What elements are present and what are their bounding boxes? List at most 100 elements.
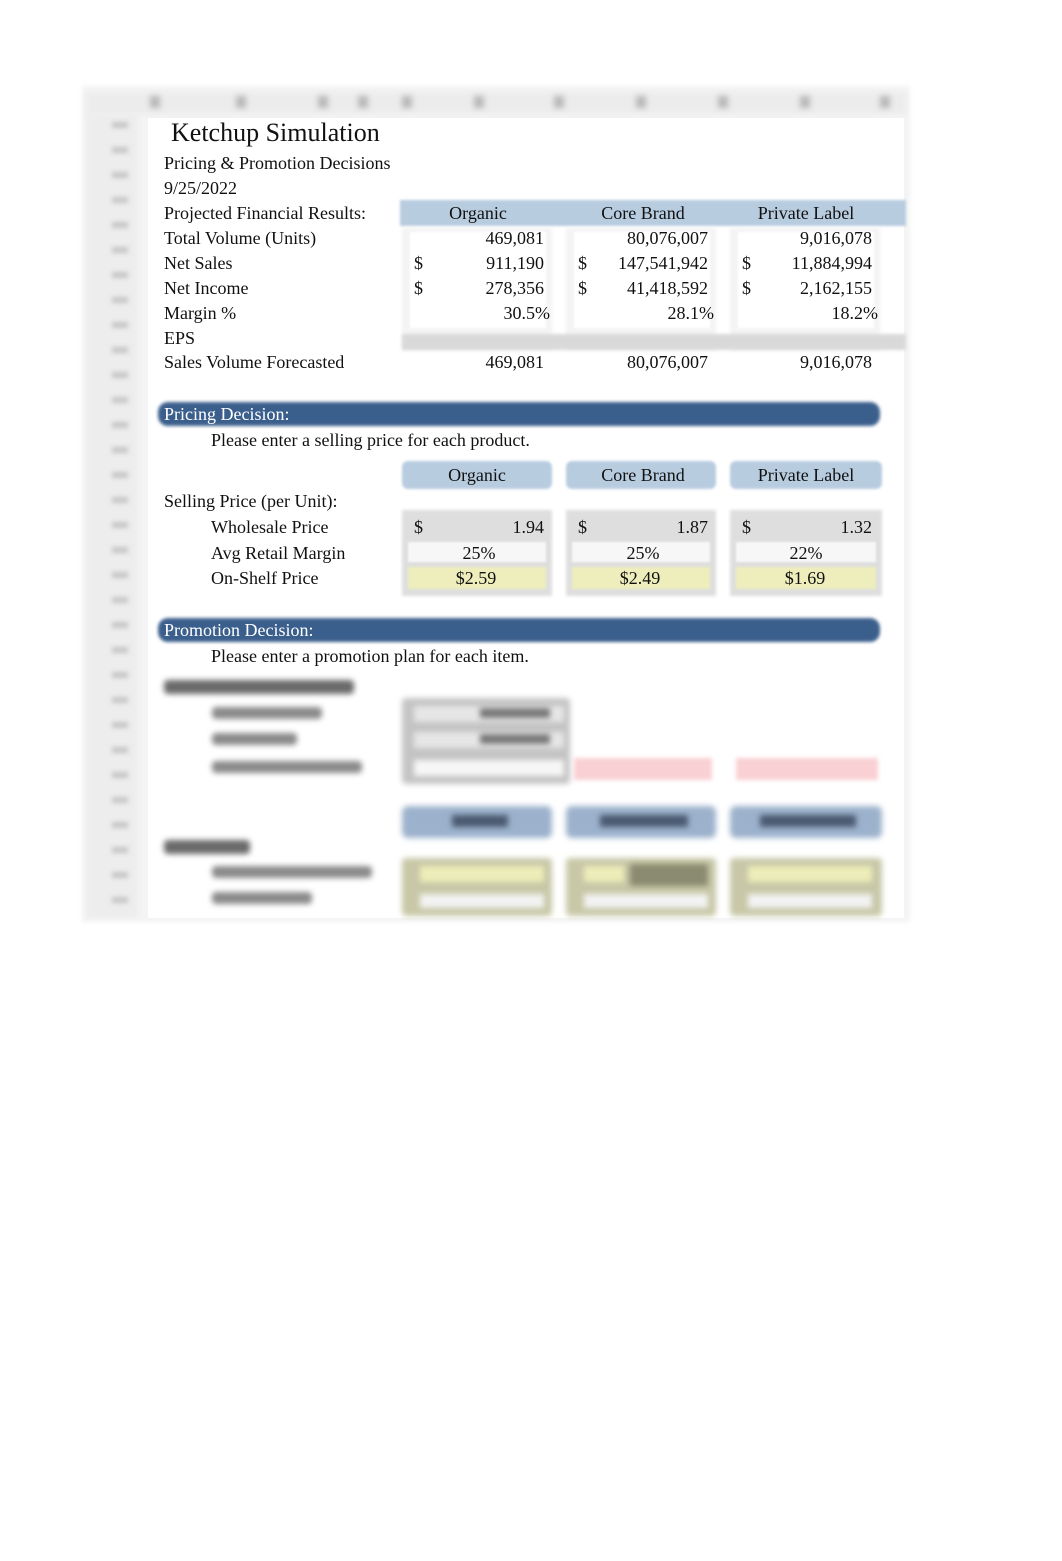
obscured-label	[212, 892, 312, 904]
retail-margin-organic-input[interactable]: 25%	[402, 542, 556, 564]
promotion-instruction: Please enter a promotion plan for each i…	[211, 646, 529, 666]
obscured-promo-input[interactable]	[420, 866, 544, 882]
row-header-cell[interactable]	[112, 447, 128, 453]
financials-cell: 41,418,592	[627, 278, 708, 298]
on-shelf-price-core: $2.49	[619, 568, 661, 588]
column-header-cell[interactable]	[318, 96, 328, 108]
retail-margin-core-input[interactable]: 25%	[566, 542, 720, 564]
obscured-label	[212, 707, 322, 719]
obscured-budget-input[interactable]	[414, 760, 564, 776]
obscured-promo-input[interactable]	[748, 894, 872, 908]
row-header-cell[interactable]	[112, 122, 128, 128]
row-header-cell[interactable]	[112, 547, 128, 553]
financials-cell: 469,081	[485, 352, 545, 372]
financials-cell: 30.5%	[503, 303, 551, 323]
row-header-cell[interactable]	[112, 147, 128, 153]
eps-row-bg	[402, 334, 906, 350]
on-shelf-price-private: $1.69	[784, 568, 826, 588]
column-header-cell[interactable]	[880, 96, 890, 108]
financials-cell: 147,541,942	[618, 253, 708, 273]
row-header-cell[interactable]	[112, 747, 128, 753]
row-header-cell[interactable]	[112, 772, 128, 778]
column-header-cell[interactable]	[718, 96, 728, 108]
row-header-cell[interactable]	[112, 497, 128, 503]
column-header-cell[interactable]	[554, 96, 564, 108]
page-title: Ketchup Simulation	[171, 118, 380, 147]
on-shelf-price-label: On-Shelf Price	[211, 568, 319, 588]
obscured-value	[480, 734, 550, 744]
row-header-cell[interactable]	[112, 622, 128, 628]
obscured-promo-input[interactable]	[420, 894, 544, 908]
row-header-cell[interactable]	[112, 422, 128, 428]
financials-row-label: Margin %	[164, 303, 237, 323]
row-header-cell[interactable]	[112, 572, 128, 578]
obscured-label	[212, 761, 362, 773]
obscured-promo-input[interactable]	[748, 866, 872, 882]
row-header-cell[interactable]	[112, 347, 128, 353]
financials-cell: 80,076,007	[627, 228, 708, 248]
row-header-cell[interactable]	[112, 697, 128, 703]
retail-margin-private-input[interactable]: 22%	[730, 542, 882, 564]
column-header-cell[interactable]	[402, 96, 412, 108]
wholesale-price-label: Wholesale Price	[211, 517, 329, 537]
pricing-col-private-label: Private Label	[757, 465, 855, 485]
financials-cell: 28.1%	[667, 303, 715, 323]
row-header-cell[interactable]	[112, 847, 128, 853]
obscured-promo-value	[630, 864, 708, 886]
row-header-cell[interactable]	[112, 522, 128, 528]
financials-cell: 80,076,007	[627, 352, 708, 372]
row-header-cell[interactable]	[112, 222, 128, 228]
financials-section-label: Projected Financial Results:	[164, 203, 366, 223]
financials-cell: 278,356	[485, 278, 545, 298]
financials-cell: 18.2%	[831, 303, 879, 323]
row-header-cell[interactable]	[112, 797, 128, 803]
row-header-cell[interactable]	[112, 672, 128, 678]
row-header-cell[interactable]	[112, 272, 128, 278]
financials-cell: 911,190	[486, 253, 544, 273]
row-header-cell[interactable]	[112, 897, 128, 903]
row-header-cell[interactable]	[112, 397, 128, 403]
obscured-promo-input[interactable]	[584, 866, 624, 882]
currency-symbol: $	[578, 517, 587, 537]
financials-col-private-label: Private Label	[757, 203, 855, 223]
row-header-cell[interactable]	[112, 372, 128, 378]
obscured-header-text	[600, 815, 688, 827]
row-header-cell[interactable]	[112, 322, 128, 328]
obscured-budget-heading	[164, 680, 354, 694]
financials-cell: 2,162,155	[800, 278, 872, 298]
financials-col-organic: Organic	[449, 203, 507, 223]
pricing-col-core-brand: Core Brand	[601, 465, 685, 485]
row-header-cell[interactable]	[112, 597, 128, 603]
promotion-section-title: Promotion Decision:	[164, 620, 314, 640]
financials-row-label: Net Sales	[164, 253, 233, 273]
row-header-cell[interactable]	[112, 472, 128, 478]
row-header-cell[interactable]	[112, 247, 128, 253]
obscured-warning-cell	[574, 758, 712, 780]
retail-margin-label: Avg Retail Margin	[211, 543, 346, 563]
wholesale-price-core-input[interactable]: 1.87	[604, 516, 709, 538]
row-header-cell[interactable]	[112, 822, 128, 828]
wholesale-price-organic-input[interactable]: 1.94	[440, 516, 545, 538]
obscured-header-text	[452, 815, 508, 827]
column-header-cell[interactable]	[636, 96, 646, 108]
row-header-cell[interactable]	[112, 197, 128, 203]
row-header-cell[interactable]	[112, 647, 128, 653]
wholesale-price-private-input[interactable]: 1.32	[768, 516, 873, 538]
row-header-cell[interactable]	[112, 722, 128, 728]
obscured-promo-input[interactable]	[584, 894, 708, 908]
financials-row-label: Total Volume (Units)	[164, 228, 317, 248]
financials-row-label: EPS	[164, 328, 196, 348]
date-label: 9/25/2022	[164, 178, 238, 198]
currency-symbol: $	[742, 517, 751, 537]
column-header-cell[interactable]	[474, 96, 484, 108]
row-header-cell[interactable]	[112, 872, 128, 878]
on-shelf-price-organic: $2.59	[455, 568, 497, 588]
selling-price-group-label: Selling Price (per Unit):	[164, 491, 338, 511]
row-header-cell[interactable]	[112, 172, 128, 178]
column-header-cell[interactable]	[800, 96, 810, 108]
column-header-cell[interactable]	[358, 96, 368, 108]
column-header-cell[interactable]	[236, 96, 246, 108]
financials-cell: 11,884,994	[791, 253, 872, 273]
column-header-cell[interactable]	[150, 96, 160, 108]
row-header-cell[interactable]	[112, 297, 128, 303]
